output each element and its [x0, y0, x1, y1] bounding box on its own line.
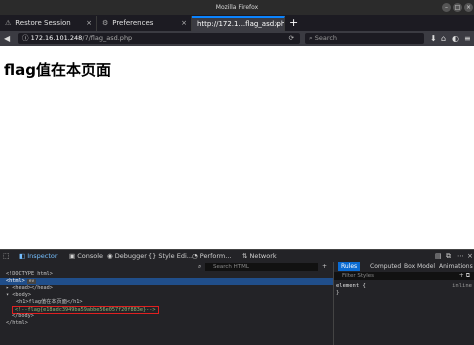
tab-rules[interactable]: Rules [338, 262, 361, 271]
node-text: </body> [12, 313, 34, 319]
rules-tabs: Rules Computed Box Model Animations [334, 262, 474, 271]
tab-animations[interactable]: Animations [439, 262, 473, 271]
tree-node[interactable]: <h1>flag值在本页面</h1> [0, 299, 333, 306]
node-text: <head></head> [12, 285, 53, 291]
devtools-toolbar: ⬚ ◧ Inspector ▣ Console ◉ Debugger {} St… [0, 249, 474, 263]
tree-node[interactable]: <!DOCTYPE html> [0, 271, 333, 278]
window-title: Mozilla Firefox [215, 4, 259, 11]
tab-computed[interactable]: Computed [370, 262, 401, 271]
rules-panel: Rules Computed Box Model Animations Filt… [333, 262, 474, 345]
node-text: <h1>flag值在本页面</h1> [16, 299, 83, 305]
tab-bar: ⚠ Restore Session × ⚙ Preferences × http… [0, 15, 474, 31]
home-icon[interactable]: ⌂ [441, 33, 446, 44]
info-icon[interactable]: ⓘ [22, 34, 31, 42]
rule-source[interactable]: inline [452, 283, 472, 290]
split-console-icon[interactable]: ▤ [435, 251, 442, 262]
tab-label: Perform... [199, 252, 232, 260]
url-host: 172.16.101.248 [30, 34, 83, 42]
dock-icon[interactable]: ⧉ [446, 251, 451, 262]
tab-box-model[interactable]: Box Model [404, 262, 435, 271]
maximize-icon[interactable]: □ [453, 3, 462, 12]
tab-label: Inspector [27, 252, 58, 260]
reload-icon[interactable]: ⟳ [289, 33, 294, 44]
tab-label: Console [77, 252, 104, 260]
node-text: <html> [6, 278, 25, 284]
search-html-input[interactable]: Search HTML [205, 263, 318, 271]
search-html-icon: ⌕ [198, 263, 202, 270]
tree-node-selected[interactable]: <html> ev [0, 278, 333, 285]
close-window-icon[interactable]: × [464, 3, 473, 12]
minimize-icon[interactable]: – [442, 3, 451, 12]
filter-styles-input[interactable]: Filter Styles [334, 272, 474, 280]
event-badge[interactable]: ev [26, 279, 37, 284]
tab-preferences[interactable]: ⚙ Preferences × [97, 16, 192, 31]
tree-node[interactable]: ▾ <body> [0, 292, 333, 299]
tab-label: Restore Session [15, 19, 71, 27]
flag-comment: <!--flag{e18adc3949ba59abbe56e057f20f883… [12, 306, 159, 314]
close-tab-icon[interactable]: × [86, 16, 92, 31]
window-titlebar: Mozilla Firefox – □ × [0, 0, 474, 15]
tree-node[interactable]: </html> [0, 320, 333, 327]
back-icon[interactable]: ◀ [4, 33, 10, 44]
close-tab-icon[interactable]: × [181, 16, 187, 31]
markup-tree: <!DOCTYPE html> <html> ev ▸ <head></head>… [0, 271, 333, 327]
search-placeholder: Search [314, 34, 338, 42]
close-tab-icon[interactable]: × [274, 18, 280, 30]
tree-node[interactable]: ▸ <head></head> [0, 285, 333, 292]
extension-icon[interactable]: ◐ [452, 33, 459, 44]
rule-close: } [336, 290, 340, 296]
url-path: /7/flag_asd.php [82, 34, 133, 42]
add-rule-icon[interactable]: + ⧉ [459, 272, 470, 280]
url-bar[interactable]: ⓘ 172.16.101.248/7/flag_asd.php ⟳ [18, 33, 300, 44]
inspector-icon: ◧ [19, 252, 28, 260]
node-text: <body> [12, 292, 31, 298]
new-tab-icon[interactable]: + [289, 16, 298, 30]
performance-icon: ◔ [192, 252, 200, 260]
debugger-icon: ◉ [107, 252, 115, 260]
tab-restore-session[interactable]: ⚠ Restore Session × [0, 16, 97, 31]
page-heading: flag值在本页面 [4, 61, 111, 79]
restore-icon: ⚠ [5, 19, 12, 27]
tree-node[interactable]: </body> [0, 313, 333, 320]
tab-label: Preferences [112, 19, 154, 27]
close-devtools-icon[interactable]: × [467, 251, 473, 262]
devtools-menu-icon[interactable]: ⋯ [457, 251, 464, 262]
markup-panel: Search HTML + ⌕ <!DOCTYPE html> <html> ev… [0, 262, 333, 345]
style-editor-icon: {} [148, 252, 159, 260]
search-input[interactable]: ⌕ Search [305, 33, 424, 44]
download-icon[interactable]: ⬇ [430, 33, 437, 44]
markup-subbar: Search HTML + ⌕ [0, 262, 333, 271]
page-content: flag值在本页面 [0, 46, 474, 249]
tab-label: Style Edi... [158, 252, 193, 260]
add-node-icon[interactable]: + [322, 262, 327, 271]
pick-element-icon[interactable]: ⬚ [3, 251, 10, 262]
tree-node-comment[interactable]: <!--flag{e18adc3949ba59abbe56e057f20f883… [0, 306, 333, 314]
menu-icon[interactable]: ≡ [464, 33, 471, 44]
css-rule: element { inline } [336, 283, 472, 297]
node-text: </html> [6, 320, 28, 326]
nav-bar: ◀ ⓘ 172.16.101.248/7/flag_asd.php ⟳ ⌕ Se… [0, 31, 474, 46]
network-icon: ⇅ [242, 252, 250, 260]
tab-label: Network [249, 252, 277, 260]
tab-label: Debugger [114, 252, 147, 260]
node-text: <!DOCTYPE html> [6, 271, 53, 277]
tab-label: http://172.1...flag_asd.php [197, 20, 285, 28]
tab-flag-page[interactable]: http://172.1...flag_asd.php × [192, 16, 285, 31]
console-icon: ▣ [69, 252, 78, 260]
gear-icon: ⚙ [102, 19, 109, 27]
